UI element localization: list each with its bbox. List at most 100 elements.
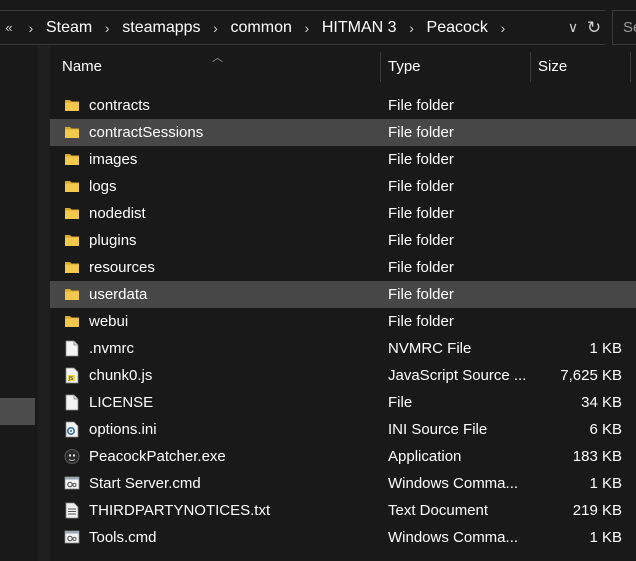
- file-size: 34 KB: [581, 394, 622, 411]
- file-row[interactable]: PeacockPatcher.exe Application 183 KB: [50, 443, 636, 470]
- file-size: 219 KB: [572, 502, 622, 519]
- file-row[interactable]: LICENSE File 34 KB: [50, 389, 636, 416]
- file-row[interactable]: .nvmrc NVMRC File 1 KB: [50, 335, 636, 362]
- file-name: userdata: [89, 286, 148, 303]
- file-name: options.ini: [89, 421, 157, 438]
- file-name: logs: [89, 178, 117, 195]
- address-bar[interactable]: « › Steam › steamapps › common › HITMAN 3 › Peaco…: [0, 10, 605, 45]
- file-size: 1 KB: [589, 475, 622, 492]
- file-name: nodedist: [89, 205, 146, 222]
- file-type: File folder: [388, 124, 454, 141]
- file-type: Windows Comma...: [388, 475, 519, 492]
- file-name: plugins: [89, 232, 137, 249]
- file-type: Windows Comma...: [388, 529, 519, 546]
- breadcrumb-item[interactable]: HITMAN 3: [320, 19, 399, 37]
- ini-file-icon: [64, 421, 80, 438]
- file-type: INI Source File: [388, 421, 488, 438]
- navigation-pane-scrollbar[interactable]: [38, 46, 50, 561]
- column-headers: ︿ Name Type Size: [50, 46, 636, 88]
- column-divider[interactable]: [530, 52, 531, 82]
- file-row[interactable]: contractSessions File folder: [50, 119, 636, 146]
- folder-icon: [64, 178, 80, 195]
- file-row[interactable]: webui File folder: [50, 308, 636, 335]
- file-size: 1 KB: [589, 340, 622, 357]
- file-name: contracts: [89, 97, 150, 114]
- folder-icon: [64, 151, 80, 168]
- file-type: File: [388, 394, 413, 411]
- file-row[interactable]: images File folder: [50, 146, 636, 173]
- breadcrumb-item[interactable]: Steam: [44, 19, 94, 37]
- breadcrumb-item[interactable]: common: [229, 19, 294, 37]
- breadcrumb-overflow-button[interactable]: «: [0, 20, 18, 35]
- folder-icon: [64, 232, 80, 249]
- file-size: 183 KB: [572, 448, 622, 465]
- file-name: PeacockPatcher.exe: [89, 448, 226, 465]
- file-type: File folder: [388, 313, 454, 330]
- file-row[interactable]: nodedist File folder: [50, 200, 636, 227]
- breadcrumb: « › Steam › steamapps › common › HITMAN 3 › Peaco…: [0, 11, 516, 44]
- folder-icon: [64, 259, 80, 276]
- folder-icon: [64, 313, 80, 330]
- file-name: LICENSE: [89, 394, 154, 411]
- breadcrumb-separator-chevron-icon[interactable]: ›: [399, 20, 425, 36]
- breadcrumb-item[interactable]: steamapps: [120, 19, 202, 37]
- breadcrumb-separator-chevron-icon[interactable]: ›: [18, 20, 44, 36]
- file-row[interactable]: THIRDPARTYNOTICES.txt Text Document 219 KB: [50, 497, 636, 524]
- breadcrumb-item[interactable]: Peacock: [425, 19, 490, 37]
- js-file-icon: JS: [64, 367, 80, 384]
- column-header-size[interactable]: Size: [538, 46, 567, 88]
- file-type: Text Document: [388, 502, 489, 519]
- blank-file-icon: [64, 394, 80, 411]
- file-row[interactable]: logs File folder: [50, 173, 636, 200]
- folder-icon: [64, 205, 80, 222]
- column-divider[interactable]: [630, 52, 631, 82]
- svg-text:JS: JS: [68, 376, 74, 382]
- file-row[interactable]: contracts File folder: [50, 92, 636, 119]
- breadcrumb-separator-chevron-icon[interactable]: ›: [490, 20, 516, 36]
- file-name: resources: [89, 259, 155, 276]
- file-name: Start Server.cmd: [89, 475, 201, 492]
- file-row[interactable]: userdata File folder: [50, 281, 636, 308]
- nav-selected-item[interactable]: [0, 398, 35, 425]
- file-list: ︿ Name Type Size contracts File folder con…: [50, 46, 636, 561]
- file-name: Tools.cmd: [89, 529, 157, 546]
- breadcrumb-separator-chevron-icon[interactable]: ›: [94, 20, 120, 36]
- column-header-type[interactable]: Type: [388, 46, 421, 88]
- file-name: webui: [89, 313, 129, 330]
- refresh-icon[interactable]: ↻: [583, 18, 605, 38]
- app-exe-icon: [64, 448, 80, 465]
- cmd-file-icon: [64, 529, 80, 546]
- file-name: .nvmrc: [89, 340, 134, 357]
- file-rows: contracts File folder contractSessions File…: [50, 92, 636, 551]
- navigation-pane[interactable]: [0, 46, 38, 561]
- file-row[interactable]: JS chunk0.js JavaScript Source ... 7,625 KB: [50, 362, 636, 389]
- file-name: contractSessions: [89, 124, 204, 141]
- file-name: THIRDPARTYNOTICES.txt: [89, 502, 271, 519]
- search-input[interactable]: Se: [612, 10, 636, 45]
- folder-icon: [64, 124, 80, 141]
- file-type: File folder: [388, 97, 454, 114]
- file-type: File folder: [388, 259, 454, 276]
- file-name: images: [89, 151, 138, 168]
- column-divider[interactable]: [380, 52, 381, 82]
- file-type: File folder: [388, 178, 454, 195]
- breadcrumb-separator-chevron-icon[interactable]: ›: [203, 20, 229, 36]
- breadcrumb-separator-chevron-icon[interactable]: ›: [294, 20, 320, 36]
- file-size: 7,625 KB: [560, 367, 622, 384]
- address-history-dropdown-icon[interactable]: ∨: [563, 19, 583, 36]
- folder-icon: [64, 286, 80, 303]
- cmd-file-icon: [64, 475, 80, 492]
- file-row[interactable]: resources File folder: [50, 254, 636, 281]
- file-row[interactable]: options.ini INI Source File 6 KB: [50, 416, 636, 443]
- column-header-name[interactable]: Name: [62, 46, 102, 88]
- file-type: Application: [388, 448, 462, 465]
- folder-icon: [64, 97, 80, 114]
- file-row[interactable]: Tools.cmd Windows Comma... 1 KB: [50, 524, 636, 551]
- blank-file-icon: [64, 340, 80, 357]
- file-type: File folder: [388, 232, 454, 249]
- file-row[interactable]: Start Server.cmd Windows Comma... 1 KB: [50, 470, 636, 497]
- file-size: 6 KB: [589, 421, 622, 438]
- file-row[interactable]: plugins File folder: [50, 227, 636, 254]
- file-size: 1 KB: [589, 529, 622, 546]
- file-type: JavaScript Source ...: [388, 367, 527, 384]
